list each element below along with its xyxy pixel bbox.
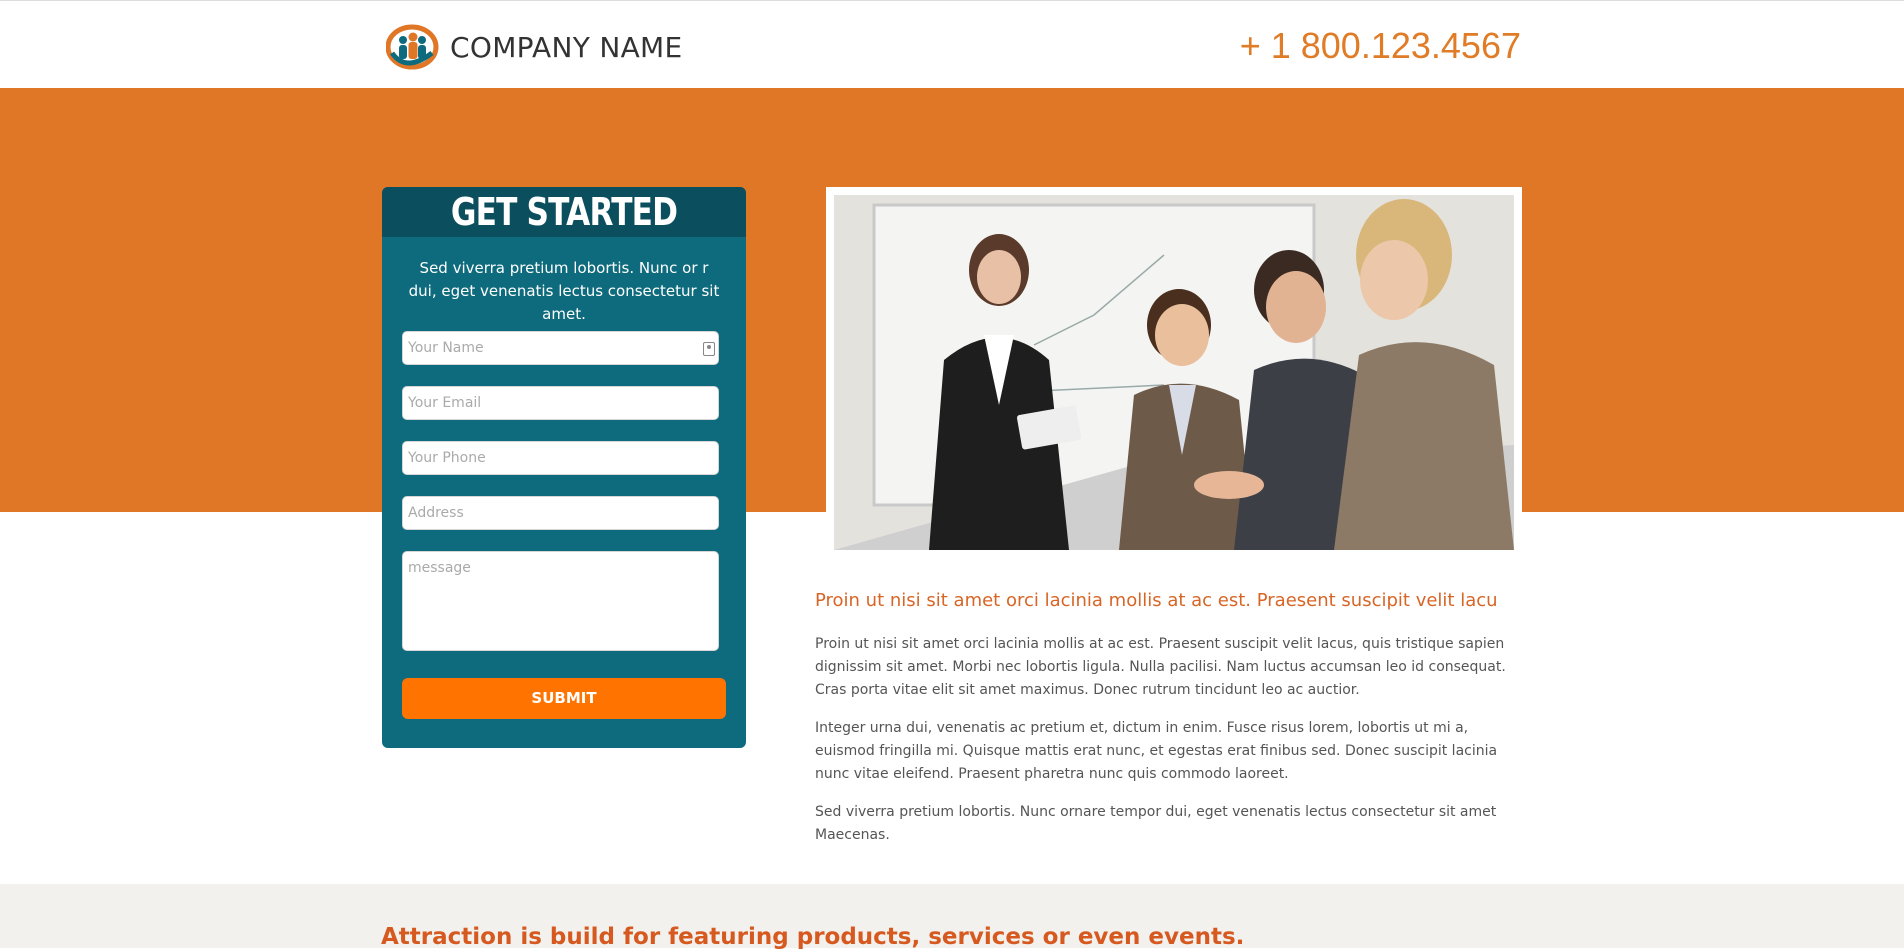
name-placeholder: Your Name [408, 340, 484, 356]
email-placeholder: Your Email [408, 395, 482, 411]
signup-form: GET STARTED Sed viverra pretium lobortis… [382, 187, 746, 748]
hero-photo-frame [826, 187, 1522, 550]
content-subheading: Proin ut nisi sit amet orci lacinia moll… [815, 590, 1498, 611]
name-input[interactable]: Your Name [402, 331, 719, 365]
business-meeting-photo [834, 195, 1514, 550]
content-paragraph-2: Integer urna dui, venenatis ac pretium e… [815, 720, 1498, 782]
message-textarea[interactable]: message [402, 551, 719, 651]
company-name: COMPANY NAME [450, 30, 683, 64]
company-logo[interactable]: COMPANY NAME [385, 23, 683, 71]
address-input[interactable]: Address [402, 496, 719, 530]
phone-placeholder: Your Phone [408, 450, 486, 466]
phone-number[interactable]: + 1 800.123.4567 [1240, 25, 1521, 67]
content-paragraph-3: Sed viverra pretium lobortis. Nunc ornar… [815, 804, 1497, 843]
form-header: GET STARTED [382, 187, 746, 237]
feature-headline: Attraction is build for featuring produc… [381, 924, 1245, 950]
form-title: GET STARTED [450, 190, 678, 234]
address-placeholder: Address [408, 505, 464, 521]
message-placeholder: message [408, 560, 471, 576]
submit-button[interactable]: SUBMIT [402, 678, 726, 719]
contact-card-icon [703, 342, 715, 356]
content-paragraph-1: Proin ut nisi sit amet orci lacinia moll… [815, 636, 1506, 698]
phone-input[interactable]: Your Phone [402, 441, 719, 475]
feature-band: Attraction is build for featuring produc… [0, 884, 1904, 950]
email-input[interactable]: Your Email [402, 386, 719, 420]
top-header: COMPANY NAME + 1 800.123.4567 [0, 0, 1904, 88]
company-logo-icon [385, 23, 440, 71]
form-description: Sed viverra pretium lobortis. Nunc or r … [408, 259, 720, 323]
